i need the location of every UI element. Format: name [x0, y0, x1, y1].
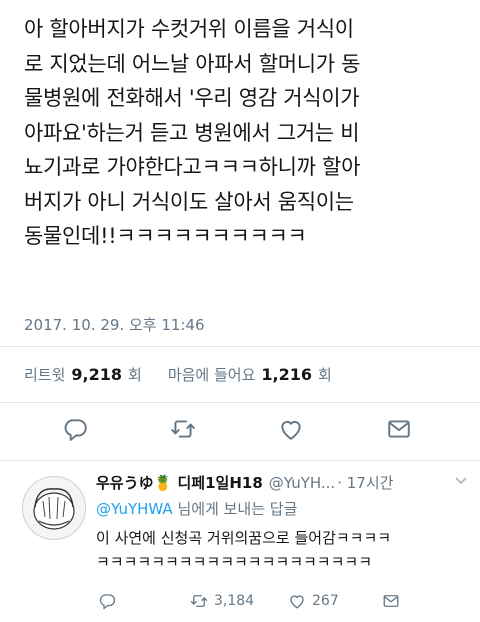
reply-icon — [99, 594, 116, 610]
reply-author-name[interactable]: 우유うゆ🍍 디페1일H18 — [96, 472, 263, 493]
likes-label[interactable]: 마음에 들어요 — [168, 364, 256, 385]
reply-actions: 3,184 267 — [96, 592, 476, 616]
likes-count[interactable]: 1,216 — [261, 365, 312, 384]
retweet-icon[interactable] — [170, 416, 200, 446]
reply-to-line: @YuYHWA 님에게 보내는 답글 — [96, 498, 297, 519]
retweets-unit: 회 — [128, 366, 142, 384]
reply-icon[interactable] — [62, 416, 92, 446]
avatar[interactable] — [22, 476, 86, 540]
retweet-icon — [190, 595, 208, 607]
reply-author-handle[interactable]: @YuYH... — [269, 474, 335, 492]
reply-like-count: 267 — [312, 593, 339, 609]
reply-reply-button[interactable] — [98, 592, 116, 610]
reply-to-mention[interactable]: @YuYHWA — [96, 500, 173, 518]
reply-like-button[interactable]: 267 — [288, 592, 339, 610]
divider — [0, 346, 480, 347]
reply-retweet-button[interactable]: 3,184 — [190, 592, 254, 610]
reply-header: 우유うゆ🍍 디페1일H18 @YuYH... · 17시간 — [96, 472, 468, 493]
reply-to-suffix: 님에게 보내는 답글 — [172, 500, 298, 518]
retweets-count[interactable]: 9,218 — [71, 365, 122, 384]
divider — [0, 402, 480, 403]
reply-text: 이 사연에 신청곡 거위의꿈으로 들어감ㅋㅋㅋㅋ ㅋㅋㅋㅋㅋㅋㅋㅋㅋㅋㅋㅋㅋㅋㅋ… — [96, 529, 392, 571]
chevron-down-icon[interactable] — [454, 476, 468, 486]
tweet-actions — [0, 416, 480, 450]
share-icon — [383, 595, 399, 607]
tweet-text: 아 할아버지가 수컷거위 이름을 거식이 로 지었는데 어느날 아파서 할머니가… — [24, 17, 361, 248]
likes-unit: 회 — [318, 366, 332, 384]
tweet-timestamp[interactable]: 2017. 10. 29. 오후 11:46 — [24, 314, 205, 335]
divider — [0, 460, 480, 461]
tweet-stats: 리트윗 9,218 회 마음에 들어요 1,216 회 — [24, 364, 332, 385]
share-icon[interactable] — [386, 416, 416, 446]
reply-tweet[interactable]: 우유うゆ🍍 디페1일H18 @YuYH... · 17시간 @YuYHWA 님에… — [0, 462, 480, 622]
retweets-label[interactable]: 리트윗 — [24, 364, 65, 385]
reply-time[interactable]: · 17시간 — [337, 472, 393, 493]
like-icon[interactable] — [278, 416, 308, 446]
like-icon — [290, 595, 304, 609]
reply-retweet-count: 3,184 — [214, 593, 255, 609]
reply-share-button[interactable] — [382, 592, 400, 610]
